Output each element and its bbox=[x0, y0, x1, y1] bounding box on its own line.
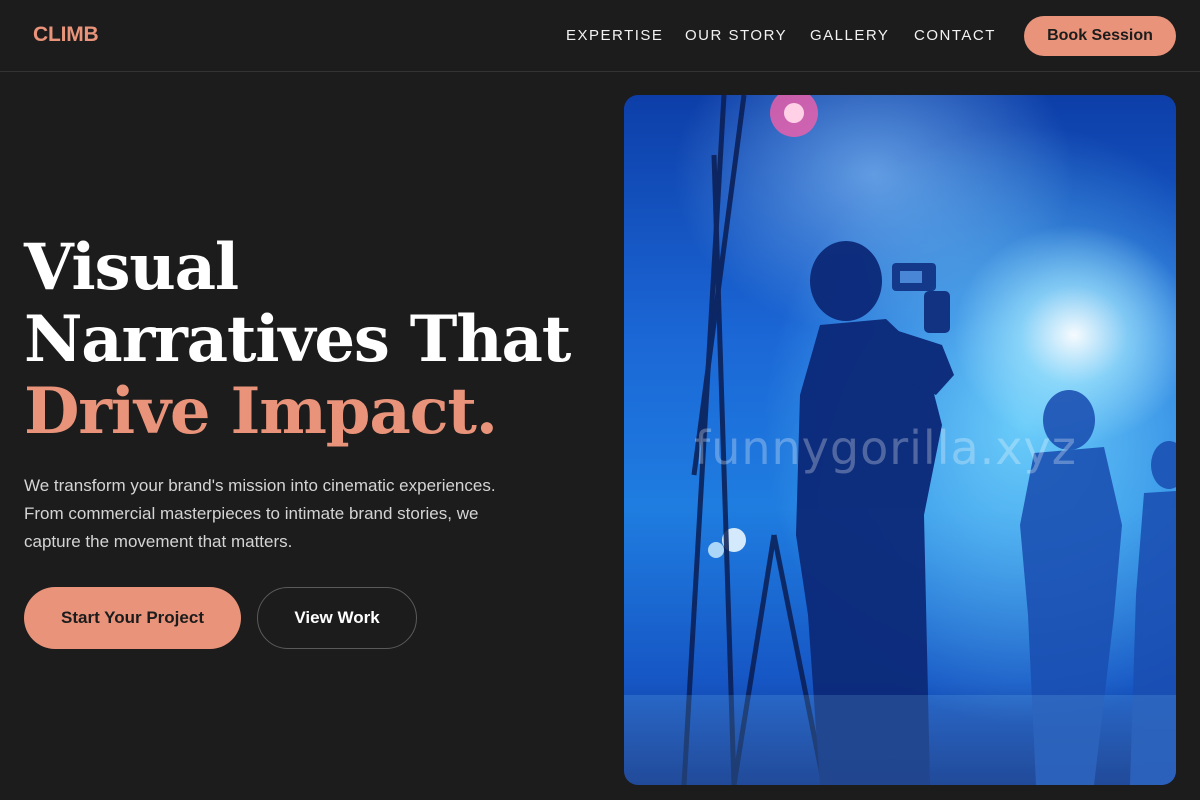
hero-title-line-1: Visual bbox=[24, 230, 239, 305]
start-project-button[interactable]: Start Your Project bbox=[24, 587, 241, 649]
hero-title-accent: Drive Impact. bbox=[24, 374, 498, 449]
nav-item-contact[interactable]: CONTACT bbox=[914, 27, 996, 44]
watermark-text: funnygorilla.xyz bbox=[694, 421, 1077, 475]
brand-logo[interactable]: CLIMB bbox=[33, 23, 99, 47]
view-work-button[interactable]: View Work bbox=[257, 587, 417, 649]
site-header: CLIMB EXPERTISE OUR STORY GALLERY CONTAC… bbox=[0, 0, 1200, 72]
hero-title: Visual Narratives That Drive Impact. bbox=[24, 232, 604, 448]
nav-item-gallery[interactable]: GALLERY bbox=[810, 27, 889, 44]
hero-title-line-2: Narratives That bbox=[24, 302, 571, 377]
hero-description: We transform your brand's mission into c… bbox=[24, 476, 496, 551]
book-session-button[interactable]: Book Session bbox=[1024, 16, 1176, 56]
hero-image: funnygorilla.xyz bbox=[624, 95, 1176, 785]
nav-item-our-story[interactable]: OUR STORY bbox=[685, 27, 787, 44]
nav-item-expertise[interactable]: EXPERTISE bbox=[566, 27, 663, 44]
